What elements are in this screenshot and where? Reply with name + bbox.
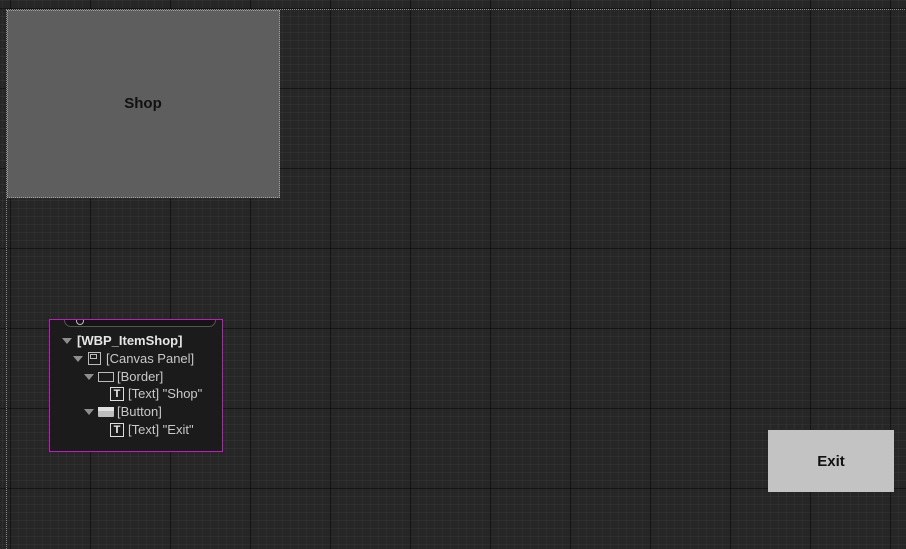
tree-root-label: [WBP_ItemShop] — [77, 333, 183, 348]
tree-item-label: [Button] — [117, 404, 162, 420]
canvas-panel-icon — [88, 351, 101, 365]
expand-arrow-icon[interactable] — [84, 409, 94, 416]
exit-button[interactable]: Exit — [768, 430, 894, 492]
hierarchy-tree: [WBP_ItemShop] [Canvas Panel] [Border] T… — [50, 332, 222, 439]
tree-item-label: [Text] "Exit" — [128, 421, 194, 437]
button-widget-icon — [98, 407, 114, 418]
expand-arrow-icon[interactable] — [62, 338, 72, 344]
hierarchy-search-input[interactable] — [64, 320, 216, 327]
tree-item-label: [Border] — [117, 368, 164, 384]
tree-item-label: [Canvas Panel] — [106, 350, 195, 366]
expand-arrow-icon[interactable] — [73, 355, 83, 362]
exit-button-label: Exit — [817, 452, 845, 470]
tree-row-button[interactable]: [Button] — [50, 403, 222, 421]
text-widget-icon: T — [110, 387, 124, 402]
shop-border-widget[interactable]: Shop — [7, 10, 280, 198]
widget-hierarchy-panel: [WBP_ItemShop] [Canvas Panel] [Border] T… — [49, 319, 223, 452]
tree-row-shop-text[interactable]: T [Text] "Shop" — [50, 385, 222, 403]
tree-item-label: [Text] "Shop" — [128, 386, 203, 402]
tree-row-exit-text[interactable]: T [Text] "Exit" — [50, 421, 222, 439]
tree-row-canvas-panel[interactable]: [Canvas Panel] — [50, 350, 222, 368]
shop-text: Shop — [124, 94, 162, 112]
tree-row-border[interactable]: [Border] — [50, 368, 222, 386]
border-icon — [98, 371, 114, 382]
tree-row-root[interactable]: [WBP_ItemShop] — [50, 332, 222, 350]
expand-arrow-icon[interactable] — [84, 373, 94, 380]
text-widget-icon: T — [110, 422, 124, 437]
